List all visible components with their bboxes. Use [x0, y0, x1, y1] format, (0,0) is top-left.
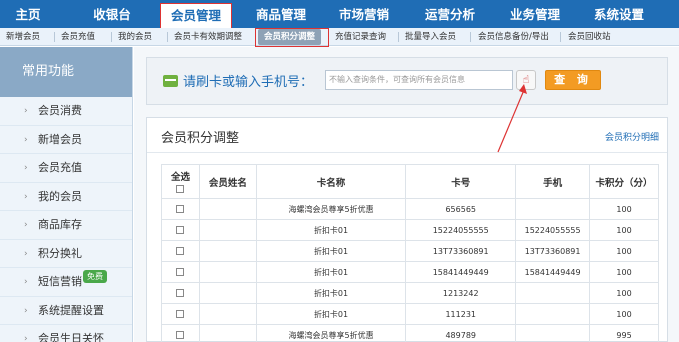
- annotation-arrow: [497, 84, 527, 153]
